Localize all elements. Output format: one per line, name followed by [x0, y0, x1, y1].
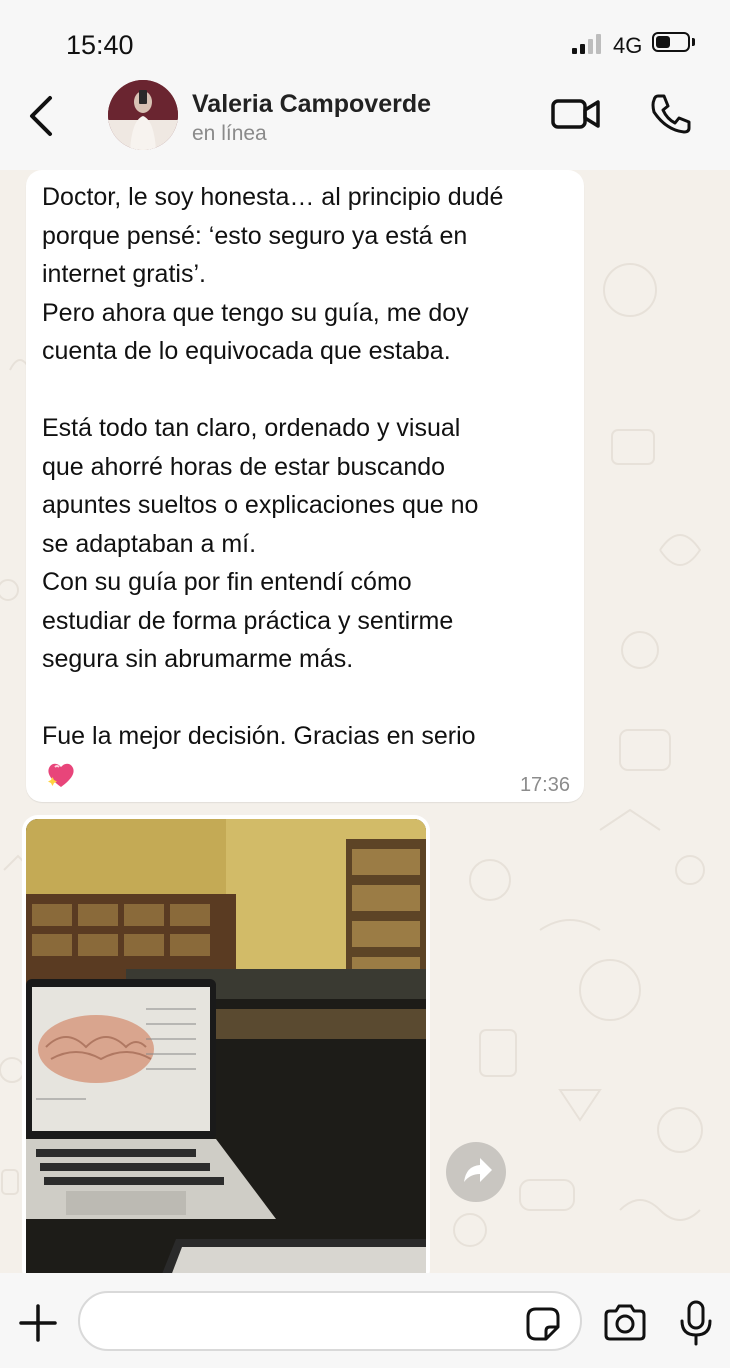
sparkling-heart-icon — [48, 763, 74, 787]
message-line: Está todo tan claro, ordenado y visual — [42, 414, 461, 442]
photo-content — [26, 819, 426, 1273]
message-composer — [0, 1273, 730, 1368]
chat-header: Valeria Campoverde en línea — [0, 80, 730, 170]
avatar-photo — [108, 80, 178, 150]
signal-icon — [572, 34, 601, 54]
chat-area[interactable]: Doctor, le soy honesta… al principio dud… — [0, 170, 730, 1273]
status-time: 15:40 — [66, 30, 134, 60]
forward-icon — [464, 1158, 492, 1182]
image-message-bubble[interactable] — [22, 815, 430, 1273]
message-line: estudiar de forma práctica y sentirme — [42, 606, 454, 635]
message-line: que ahorré horas de estar buscando — [42, 452, 446, 481]
video-call-icon[interactable] — [550, 96, 602, 132]
battery-level — [656, 36, 670, 48]
voice-call-icon[interactable] — [648, 92, 692, 136]
forward-button[interactable] — [446, 1142, 506, 1202]
message-line: Con su guía por fin entendí cómo — [42, 568, 412, 596]
message-line: apuntes sueltos o explicaciones que no — [42, 491, 479, 519]
incoming-message-bubble[interactable]: Doctor, le soy honesta… al principio dud… — [26, 170, 584, 802]
message-time: 17:36 — [519, 774, 570, 796]
plus-icon[interactable] — [18, 1303, 58, 1343]
sticker-icon[interactable] — [524, 1305, 562, 1343]
message-line: se adaptaban a mí. — [42, 529, 257, 558]
battery-tip — [692, 38, 695, 46]
library-photo[interactable] — [26, 819, 426, 1273]
message-line: cuenta de lo equivocada que estaba. — [42, 337, 451, 365]
message-line: segura sin abrumarme más. — [42, 645, 354, 673]
camera-icon[interactable] — [602, 1303, 648, 1343]
message-line: Fue la mejor decisión. Gracias en serio — [42, 722, 476, 750]
message-line: internet gratis’. — [42, 260, 206, 288]
message-line: Pero ahora que tengo su guía, me doy — [42, 298, 469, 327]
avatar[interactable] — [108, 80, 178, 150]
contact-name[interactable]: Valeria Campoverde — [192, 90, 431, 119]
back-arrow-icon[interactable] — [24, 94, 60, 138]
microphone-icon[interactable] — [676, 1299, 716, 1347]
message-line: Doctor, le soy honesta… al principio dud… — [42, 183, 504, 211]
battery-icon — [652, 32, 690, 52]
status-bar: 15:40 4G — [0, 0, 730, 80]
network-type: 4G — [613, 33, 643, 58]
contact-status: en línea — [192, 122, 267, 145]
message-line: porque pensé: ‘esto seguro ya está en — [42, 221, 468, 250]
message-input[interactable] — [78, 1291, 582, 1351]
